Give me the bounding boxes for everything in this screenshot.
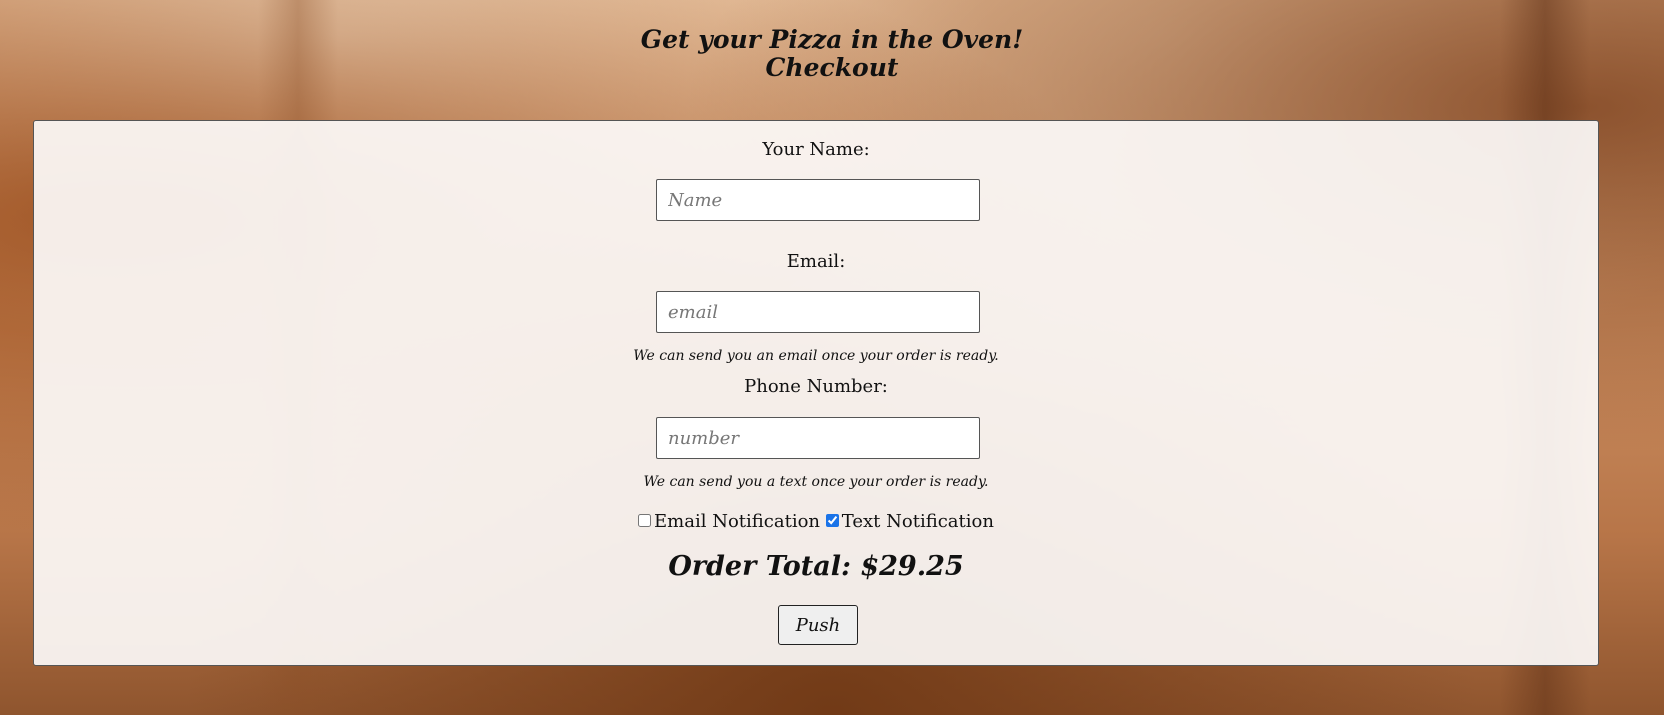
phone-input[interactable] — [656, 417, 980, 459]
text-notification-label: Text Notification — [841, 511, 994, 532]
name-label: Your Name: — [762, 139, 870, 160]
phone-help-text: We can send you a text once your order i… — [643, 474, 989, 490]
push-button[interactable]: Push — [778, 605, 858, 645]
email-notification-option[interactable]: Email Notification — [638, 511, 820, 533]
page-header: Get your Pizza in the Oven! Checkout — [0, 26, 1664, 82]
order-total: Order Total: $29.25 — [668, 551, 964, 582]
email-notification-label: Email Notification — [654, 511, 821, 532]
email-help-text: We can send you an email once your order… — [633, 348, 999, 364]
page-title: Get your Pizza in the Oven! — [640, 25, 1024, 54]
notification-options: Email Notification Text Notification — [34, 511, 1598, 533]
email-input[interactable] — [656, 291, 980, 333]
email-notification-checkbox[interactable] — [638, 513, 652, 527]
email-label: Email: — [786, 251, 846, 272]
page-subtitle: Checkout — [765, 53, 899, 82]
text-notification-checkbox[interactable] — [825, 513, 839, 527]
name-input[interactable] — [656, 179, 980, 221]
phone-label: Phone Number: — [744, 376, 888, 397]
text-notification-option[interactable]: Text Notification — [825, 511, 994, 533]
checkout-form-panel: Your Name: Email: We can send you an ema… — [33, 120, 1599, 666]
